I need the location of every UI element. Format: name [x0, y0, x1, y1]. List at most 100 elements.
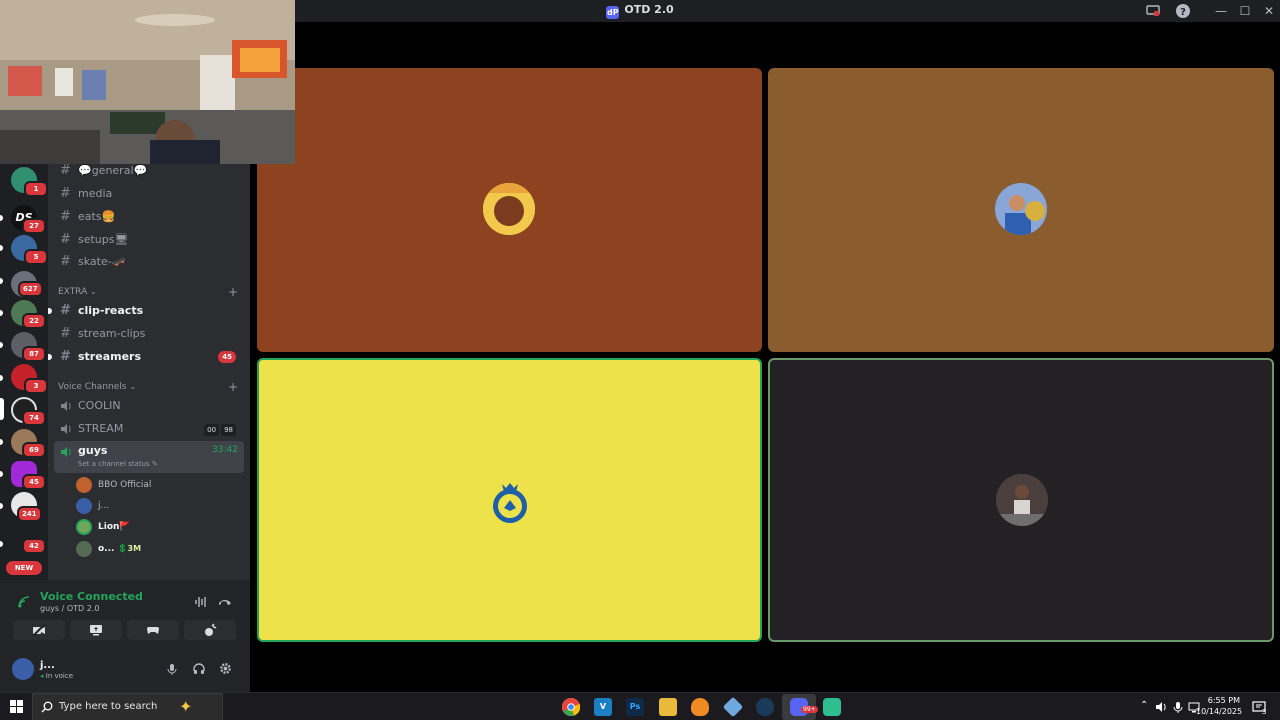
channel-label: eats🍔: [78, 210, 116, 223]
help-icon[interactable]: ?: [1175, 3, 1191, 19]
voice-indicator-icon: ◂: [40, 672, 44, 680]
channel-clip-reacts[interactable]: # clip-reacts: [48, 301, 244, 321]
headphones-icon[interactable]: [193, 663, 205, 675]
voice-member[interactable]: Lion🚩: [76, 518, 131, 536]
user-avatar[interactable]: [12, 658, 34, 680]
steam-icon[interactable]: [756, 698, 774, 716]
category-extra[interactable]: EXTRA ⌄ +: [58, 285, 244, 299]
add-channel-icon[interactable]: +: [228, 285, 238, 299]
channel-label: 💬general💬: [78, 164, 148, 177]
participant-tile-speaking[interactable]: [257, 358, 762, 642]
avatar: [76, 477, 92, 493]
voice-channel-coolin[interactable]: COOLIN: [54, 396, 244, 416]
screen-share-icon[interactable]: [1145, 3, 1161, 19]
unread-pip: [0, 541, 3, 547]
channel-setups[interactable]: # setups🖥: [54, 230, 244, 250]
avatar-image: [996, 474, 1048, 526]
channel-media[interactable]: # media: [54, 184, 244, 204]
participant-tile[interactable]: [257, 68, 762, 352]
volume-icon[interactable]: [1155, 701, 1167, 713]
hash-icon: #: [60, 209, 71, 224]
disconnect-icon[interactable]: [218, 595, 232, 609]
member-tag: 💲3M: [117, 544, 142, 553]
avatar-image: [995, 183, 1047, 235]
participant-avatar: [483, 183, 535, 235]
voice-channel-stream[interactable]: STREAM 00 98: [54, 419, 244, 439]
unread-pip: [0, 503, 3, 509]
avatar-image: [483, 183, 535, 235]
soundboard-button[interactable]: [184, 620, 236, 640]
svg-text:?: ?: [1180, 7, 1186, 18]
taskbar-search[interactable]: Type here to search ✦: [32, 693, 223, 720]
new-unreads-pill[interactable]: NEW: [6, 561, 42, 575]
channel-status-prompt[interactable]: Set a channel status ✎: [78, 460, 158, 468]
category-voice-channels[interactable]: Voice Channels ⌄ +: [58, 380, 244, 394]
server-badge: 241: [17, 506, 42, 522]
chrome-icon[interactable]: [562, 698, 581, 716]
file-explorer-icon[interactable]: [659, 698, 677, 716]
participant-tile-speaking[interactable]: [768, 358, 1274, 642]
unread-pip: [0, 439, 3, 445]
user-status: ◂ In voice: [40, 672, 73, 680]
unread-pip: [0, 278, 3, 284]
channel-label: setups🖥: [78, 233, 129, 246]
voice-location[interactable]: guys / OTD 2.0: [40, 604, 99, 613]
camera-button[interactable]: [13, 620, 65, 640]
unread-pip: [0, 375, 3, 381]
clock[interactable]: 6:55 PM 10/14/2025: [1196, 696, 1242, 716]
server-badge: 42: [22, 538, 46, 554]
voice-status[interactable]: Voice Connected: [40, 590, 143, 603]
screen-share-icon: [90, 625, 102, 636]
signal-icon[interactable]: [17, 595, 31, 609]
mention-badge: 45: [218, 351, 236, 363]
photoshop-icon[interactable]: Ps: [626, 698, 644, 716]
speaker-icon: [61, 401, 71, 411]
visual-studio-icon[interactable]: V: [594, 698, 612, 716]
channel-eats[interactable]: # eats🍔: [54, 207, 244, 227]
maximize-button[interactable]: ☐: [1232, 0, 1258, 22]
voice-channel-guys[interactable]: guys 33:42 Set a channel status ✎: [54, 441, 244, 473]
voice-member[interactable]: j...: [76, 497, 109, 515]
windows-start-icon[interactable]: [10, 700, 23, 713]
avatar: [76, 541, 92, 557]
chevron-up-icon[interactable]: ⌃: [1140, 700, 1148, 711]
channel-streamers[interactable]: # streamers 45: [48, 347, 244, 367]
member-tag: 🚩: [119, 522, 131, 532]
fl-studio-icon[interactable]: [691, 698, 709, 716]
channel-general[interactable]: # 💬general💬: [54, 164, 244, 181]
channel-skate[interactable]: # skate-🛹: [54, 252, 244, 272]
webcam-overlay: [0, 0, 295, 164]
server-badge: 5: [24, 249, 48, 265]
microphone-tray-icon[interactable]: [1172, 701, 1184, 713]
unread-dot: [48, 308, 52, 314]
add-channel-icon[interactable]: +: [228, 380, 238, 394]
gamepad-icon: [147, 627, 159, 634]
chevron-down-icon: ⌄: [129, 382, 137, 391]
channel-label: guys: [78, 444, 108, 457]
server-badge: 1: [24, 181, 48, 197]
sparkle-icon: ✦: [179, 697, 193, 716]
server-badge: 627: [18, 281, 43, 297]
microphone-icon[interactable]: [166, 663, 178, 675]
activities-button[interactable]: [127, 620, 179, 640]
unread-pip: [0, 342, 3, 348]
minimize-button[interactable]: —: [1208, 0, 1234, 22]
app2-icon[interactable]: [823, 698, 841, 716]
hash-icon: #: [60, 164, 71, 178]
hash-icon: #: [60, 232, 71, 247]
close-button[interactable]: ✕: [1256, 0, 1280, 22]
channel-stream-clips[interactable]: # stream-clips: [54, 324, 244, 344]
user-limit-count: 98: [221, 424, 236, 436]
participant-tile[interactable]: [768, 68, 1274, 352]
server-badge: 45: [22, 474, 46, 490]
channel-label: clip-reacts: [78, 304, 144, 317]
voice-member[interactable]: o... 💲3M: [76, 540, 141, 558]
unread-pip: [0, 245, 3, 251]
settings-gear-icon[interactable]: [219, 662, 232, 675]
app-icon[interactable]: [722, 696, 744, 718]
channel-label: stream-clips: [78, 327, 146, 340]
user-name[interactable]: j...: [40, 660, 55, 671]
screen-share-button[interactable]: [70, 620, 122, 640]
voice-member[interactable]: BBO Official: [76, 476, 151, 494]
noise-suppression-icon[interactable]: [194, 595, 208, 609]
